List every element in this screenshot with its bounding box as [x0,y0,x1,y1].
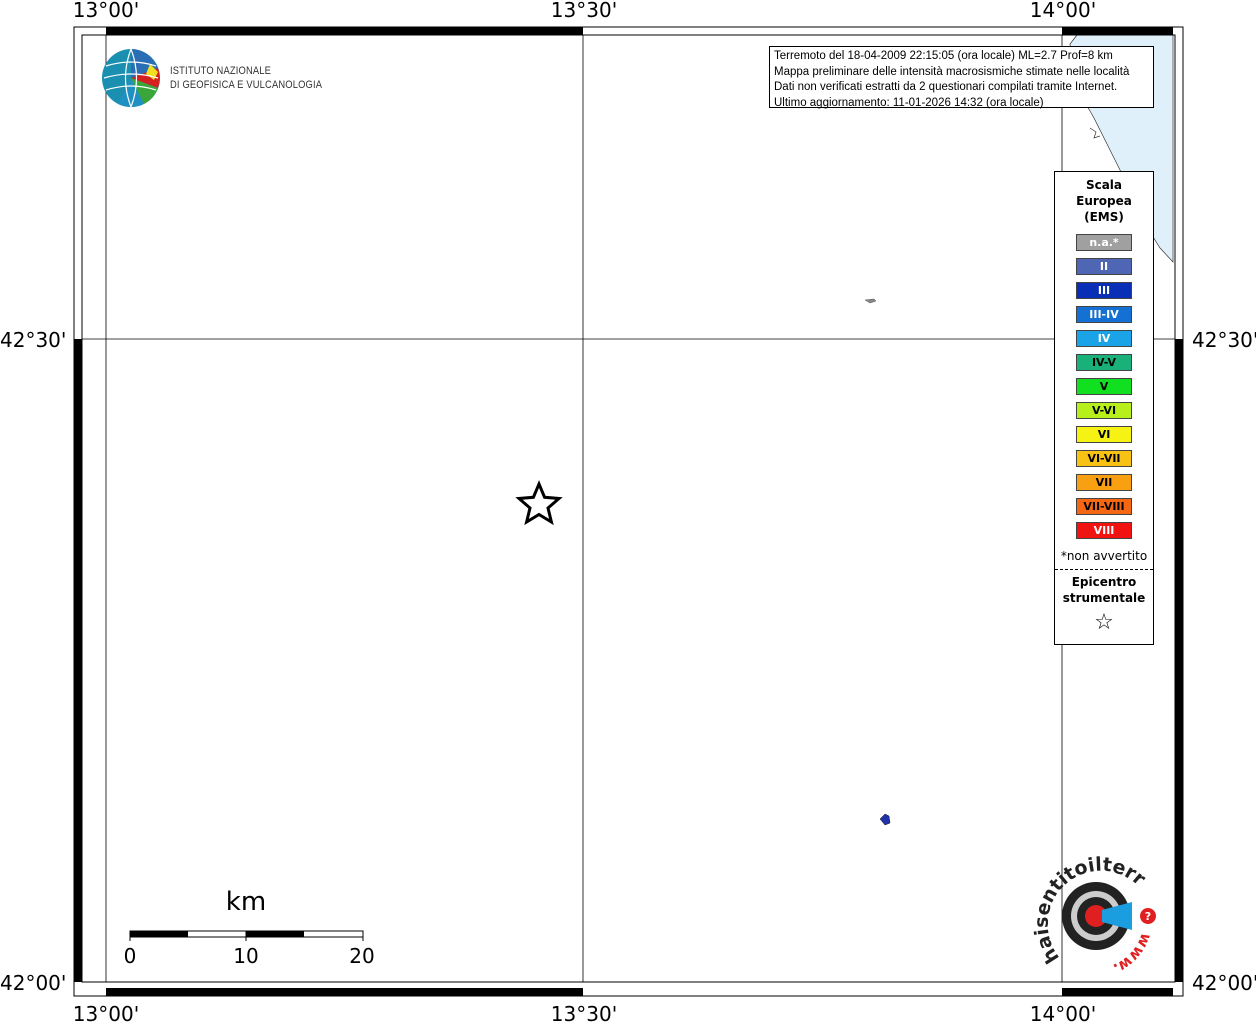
lon-label-bottom-1: 13°00' [72,1002,140,1026]
legend-swatch: III-IV [1076,306,1132,323]
ingv-logo-text: ISTITUTO NAZIONALE DI GEOFISICA E VULCAN… [170,64,322,92]
info-line-3: Dati non verificati estratti da 2 questi… [774,81,1118,93]
scale-label-20: 20 [349,944,375,968]
legend-swatch: II [1076,258,1132,275]
legend-swatch: VI-VII [1076,450,1132,467]
lat-label-left-2: 42°00' [0,971,67,995]
frame-bar-left [74,339,82,982]
legend-swatch: VII [1076,474,1132,491]
epicenter-star[interactable] [515,480,563,526]
lon-label-top-3: 14°00' [1029,0,1097,22]
frame-bar-top-1 [106,27,583,35]
map-area [81,34,1176,983]
lon-label-bottom-3: 14°00' [1029,1002,1097,1026]
svg-text:?: ? [1145,910,1151,923]
legend-swatch: V-VI [1076,402,1132,419]
info-line-1: Terremoto del 18-04-2009 22:15:05 (ora l… [774,50,1113,62]
scale-label-10: 10 [233,944,259,968]
info-line-4: Ultimo aggiornamento: 11-01-2026 14:32 (… [774,96,1044,109]
legend-swatch: n.a.* [1076,234,1132,251]
scale-unit-label: km [225,887,267,917]
locality-marker-ii[interactable] [879,813,891,826]
ingv-line-1: ISTITUTO NAZIONALE [170,65,272,77]
legend-swatch: III [1076,282,1132,299]
legend-swatch: IV [1076,330,1132,347]
scale-bar [129,930,364,941]
frame-bar-bottom-1 [106,988,583,996]
legend-note: *non avvertito [1060,549,1148,563]
lon-label-bottom-2: 13°30' [550,1002,618,1026]
map-frame-outer [73,26,1184,997]
scale-label-0: 0 [123,944,137,968]
legend-swatches: n.a.* II III III-IV IV IV-V V V-VI VI VI-VII VII VI… [1055,234,1153,539]
frame-bar-right [1175,339,1183,982]
frame-bar-top-2 [1062,27,1173,35]
legend-title: Scala Europea (EMS) [1076,178,1132,224]
legend-star-icon: ☆ [1094,610,1114,635]
info-line-2: Mappa preliminare delle intensità macros… [774,65,1130,78]
haisentito-logo: ? haisentitoilterremoto.it www. [1030,850,1156,978]
locality-marker-na[interactable] [864,298,877,304]
lon-label-top-1: 13°00' [72,0,140,22]
legend-swatch: V [1076,378,1132,395]
legend-epicenter-label: Epicentro strumentale [1062,575,1146,605]
lat-label-right-1: 42°30' [1192,328,1256,352]
lon-label-top-2: 13°30' [550,0,618,22]
earthquake-info-box: Terremoto del 18-04-2009 22:15:05 (ora l… [769,46,1154,109]
legend-swatch: VII-VIII [1076,498,1132,515]
legend-swatch: IV-V [1076,354,1132,371]
intensity-legend: Scala Europea (EMS) n.a.* II III III-IV IV IV… [1054,171,1154,645]
lat-label-left-1: 42°30' [0,328,67,352]
lat-label-right-2: 42°00' [1192,971,1256,995]
frame-bar-bottom-2 [1062,988,1173,996]
legend-swatch: VIII [1076,522,1132,539]
legend-swatch: VI [1076,426,1132,443]
ingv-line-2: DI GEOFISICA E VULCANOLOGIA [170,79,323,91]
legend-separator [1055,569,1153,570]
coastline-detail [1089,127,1101,139]
